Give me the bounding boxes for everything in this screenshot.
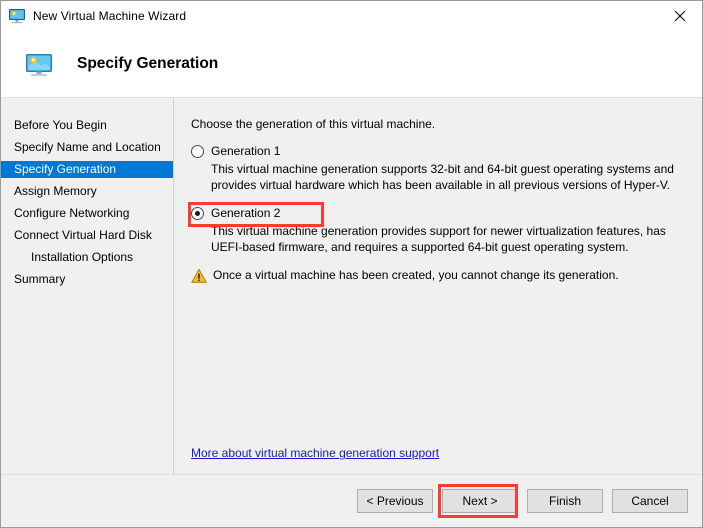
title-bar: New Virtual Machine Wizard (1, 1, 702, 31)
sidebar-item-configure-networking[interactable]: Configure Networking (1, 205, 173, 222)
finish-button[interactable]: Finish (527, 489, 603, 513)
sidebar-item-summary[interactable]: Summary (1, 271, 173, 288)
wizard-header: Specify Generation (1, 31, 702, 98)
sidebar-item-connect-virtual-hard-disk[interactable]: Connect Virtual Hard Disk (1, 227, 173, 244)
window-title: New Virtual Machine Wizard (33, 9, 186, 23)
radio-label-generation-1: Generation 1 (211, 144, 280, 159)
cancel-button[interactable]: Cancel (612, 489, 688, 513)
sidebar-item-specify-generation[interactable]: Specify Generation (1, 161, 173, 178)
sidebar-item-specify-name-and-location[interactable]: Specify Name and Location (1, 139, 173, 156)
sidebar-item-assign-memory[interactable]: Assign Memory (1, 183, 173, 200)
generation-2-block: Generation 2 (191, 206, 694, 221)
more-about-generation-support-link[interactable]: More about virtual machine generation su… (191, 446, 439, 460)
page-title: Specify Generation (77, 55, 218, 73)
wizard-body: Before You Begin Specify Name and Locati… (1, 98, 702, 474)
description-generation-2: This virtual machine generation provides… (211, 224, 694, 255)
warning-text: Once a virtual machine has been created,… (213, 268, 619, 283)
wizard-content: Choose the generation of this virtual ma… (174, 98, 702, 474)
wizard-steps-sidebar: Before You Begin Specify Name and Locati… (1, 98, 174, 474)
radio-option-generation-1[interactable]: Generation 1 (191, 144, 694, 159)
new-virtual-machine-wizard-window: New Virtual Machine Wizard Specify Gener… (0, 0, 703, 528)
radio-button-generation-1[interactable] (191, 145, 204, 158)
radio-button-generation-2[interactable] (191, 207, 204, 220)
warning-triangle-icon (191, 268, 207, 284)
wizard-footer: < Previous Next > Finish Cancel (1, 474, 702, 527)
radio-option-generation-2[interactable]: Generation 2 (191, 206, 694, 221)
monitor-icon (23, 48, 55, 80)
description-generation-1: This virtual machine generation supports… (211, 162, 694, 193)
intro-text: Choose the generation of this virtual ma… (191, 117, 694, 131)
previous-button[interactable]: < Previous (357, 489, 433, 513)
next-button[interactable]: Next > (442, 489, 518, 513)
close-icon[interactable] (657, 1, 702, 30)
radio-label-generation-2: Generation 2 (211, 206, 280, 221)
sidebar-item-before-you-begin[interactable]: Before You Begin (1, 117, 173, 134)
monitor-icon (9, 8, 25, 24)
sidebar-item-installation-options[interactable]: Installation Options (1, 249, 173, 266)
next-button-wrapper: Next > (433, 489, 518, 513)
generation-warning: Once a virtual machine has been created,… (191, 268, 694, 284)
